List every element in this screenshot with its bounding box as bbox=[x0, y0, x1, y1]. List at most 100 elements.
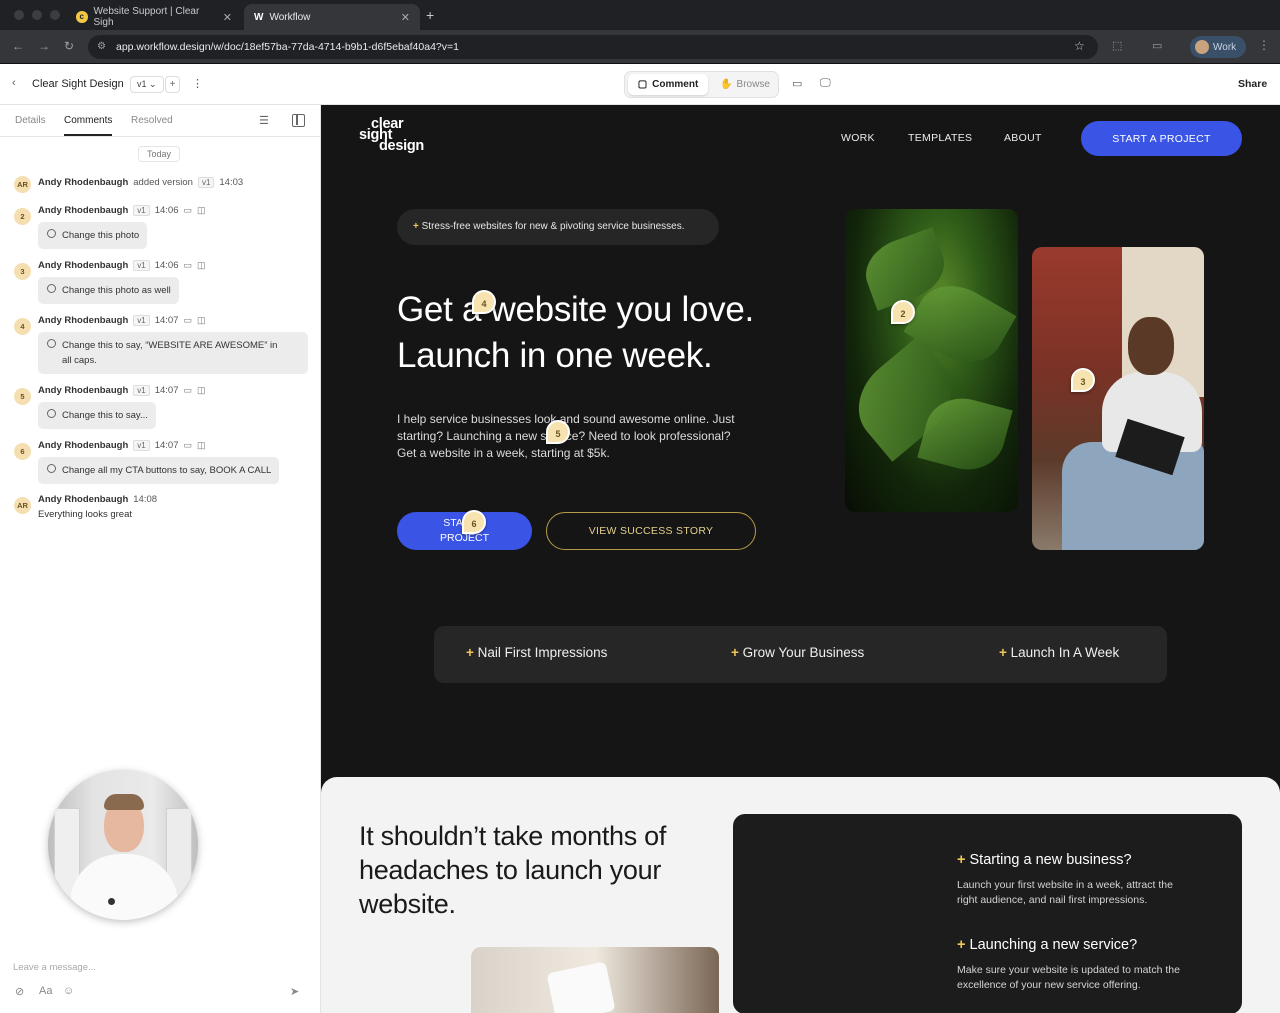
screen-icon: ▭ bbox=[183, 385, 192, 395]
browser-tab-workflow[interactable]: W Workflow ✕ bbox=[244, 4, 420, 30]
feature-item: + Launch In A Week bbox=[999, 645, 1120, 660]
clearsight-favicon-icon: c bbox=[76, 11, 88, 23]
tab-resolved[interactable]: Resolved bbox=[131, 115, 173, 126]
url-field[interactable]: ⚙ app.workflow.design/w/doc/18ef57ba-77d… bbox=[88, 35, 1098, 59]
view-success-story-button[interactable]: VIEW SUCCESS STORY bbox=[546, 512, 756, 550]
collapse-panel-icon[interactable] bbox=[292, 114, 305, 127]
more-options-icon[interactable]: ⋮ bbox=[192, 77, 203, 90]
comment-text: Change this to say, “WEBSITE ARE AWESOME… bbox=[62, 340, 278, 351]
comment-bubble[interactable]: Change this to say... bbox=[38, 402, 156, 429]
feature-item: + Nail First Impressions bbox=[466, 645, 608, 660]
new-tab-icon[interactable]: + bbox=[426, 7, 434, 23]
comment-icon bbox=[47, 464, 56, 473]
nav-link-work[interactable]: WORK bbox=[841, 132, 875, 144]
hero-headline: Get a website you love. Launch in one we… bbox=[397, 287, 837, 379]
use-case-description: Make sure your website is updated to mat… bbox=[957, 963, 1207, 993]
comment-pin[interactable]: 2 bbox=[891, 300, 915, 324]
camera-icon: ◫ bbox=[197, 260, 206, 270]
comment-bubble[interactable]: Change this to say, “WEBSITE ARE AWESOME… bbox=[38, 332, 308, 374]
bookmark-star-icon[interactable]: ☆ bbox=[1074, 39, 1085, 53]
browser-tab-website-support[interactable]: c Website Support | Clear Sigh ✕ bbox=[66, 4, 242, 30]
back-chevron-icon[interactable]: ‹ bbox=[12, 77, 16, 89]
use-case-description: Launch your first website in a week, att… bbox=[957, 878, 1207, 908]
comment-pin-number: 2 bbox=[14, 208, 31, 225]
version-badge: v1 bbox=[133, 385, 150, 396]
monitor-icon[interactable]: 🖵 bbox=[820, 77, 831, 90]
comment-icon: ▢ bbox=[637, 79, 648, 90]
webcam-video-bubble[interactable] bbox=[48, 770, 198, 920]
version-badge: v1 bbox=[133, 315, 150, 326]
browse-mode-label: Browse bbox=[736, 79, 770, 90]
back-arrow-icon[interactable]: ← bbox=[12, 39, 24, 53]
site-settings-icon[interactable]: ⚙ bbox=[97, 35, 106, 59]
send-icon[interactable]: ➤ bbox=[290, 985, 299, 998]
window-controls[interactable] bbox=[14, 10, 60, 20]
comment-bubble[interactable]: Change all my CTA buttons to say, BOOK A… bbox=[38, 457, 280, 484]
body-line: I help service businesses look and sound… bbox=[397, 412, 735, 426]
browse-mode-button[interactable]: ✋ Browse bbox=[713, 74, 777, 95]
project-name[interactable]: Clear Sight Design bbox=[32, 78, 124, 90]
side-panel-icon[interactable]: ▭ bbox=[1152, 39, 1162, 52]
date-divider: Today bbox=[138, 146, 181, 162]
comment-pin[interactable]: 3 bbox=[1071, 368, 1095, 392]
mode-switch: ▢ Comment ✋ Browse bbox=[624, 71, 779, 98]
comment-mode-button[interactable]: ▢ Comment bbox=[628, 74, 708, 95]
site-logo[interactable]: clear sight design bbox=[359, 117, 424, 154]
nav-link-about[interactable]: ABOUT bbox=[1004, 132, 1042, 144]
comment-pin-number: 3 bbox=[14, 263, 31, 280]
use-cases-card: + Starting a new business? Launch your f… bbox=[733, 814, 1242, 1013]
sidebar-tabs: Details Comments Resolved ☰ bbox=[0, 105, 320, 137]
comment-pin[interactable]: 6 bbox=[462, 510, 486, 534]
comment-icon bbox=[47, 229, 56, 238]
comment-pin[interactable]: 4 bbox=[472, 290, 496, 314]
tab-title: Workflow bbox=[269, 11, 311, 23]
extensions-icon[interactable]: ⬚ bbox=[1112, 39, 1122, 52]
text-format-icon[interactable]: Aa bbox=[39, 985, 52, 997]
comments-sidebar: Details Comments Resolved ☰ Today AR And… bbox=[0, 105, 321, 1013]
headline-line: Launch in one week. bbox=[397, 336, 713, 375]
screen-icon: ▭ bbox=[183, 440, 192, 450]
filter-icon[interactable]: ☰ bbox=[259, 114, 269, 127]
share-button[interactable]: Share bbox=[1238, 78, 1267, 90]
tab-details[interactable]: Details bbox=[15, 115, 46, 126]
start-project-nav-button[interactable]: START A PROJECT bbox=[1081, 121, 1242, 156]
close-tab-icon[interactable]: ✕ bbox=[223, 11, 232, 24]
tagline-text: Stress-free websites for new & pivoting … bbox=[421, 221, 685, 232]
video-camera-icon[interactable]: ▭ bbox=[792, 77, 802, 90]
add-version-button[interactable]: + bbox=[165, 76, 180, 93]
comment-bubble[interactable]: Change this photo as well bbox=[38, 277, 179, 304]
forward-arrow-icon[interactable]: → bbox=[38, 39, 50, 53]
close-tab-icon[interactable]: ✕ bbox=[401, 11, 410, 24]
camera-icon: ◫ bbox=[197, 315, 206, 325]
author-name: Andy Rhodenbaugh bbox=[38, 385, 129, 396]
comment-text: Everything looks great bbox=[38, 509, 132, 520]
comment-text: Change this photo bbox=[62, 230, 140, 241]
profile-button[interactable]: Work bbox=[1190, 36, 1246, 58]
reload-icon[interactable]: ↻ bbox=[64, 39, 74, 53]
feature-item: + Grow Your Business bbox=[731, 645, 865, 660]
version-dropdown[interactable]: v1 ⌄ bbox=[130, 76, 164, 93]
browser-menu-icon[interactable]: ⋮ bbox=[1258, 38, 1270, 52]
section-heading: It shouldn’t take months of headaches to… bbox=[359, 821, 667, 919]
comment-pin[interactable]: 5 bbox=[546, 420, 570, 444]
comment-bubble[interactable]: Change this photo bbox=[38, 222, 148, 249]
workflow-favicon-icon: W bbox=[254, 11, 264, 23]
comment-pin-number: 4 bbox=[14, 318, 31, 335]
action-text: added version bbox=[133, 177, 193, 188]
version-label: v1 bbox=[137, 79, 147, 89]
desk-photo bbox=[471, 947, 719, 1013]
tagline-pill: + Stress-free websites for new & pivotin… bbox=[397, 209, 719, 245]
man-reading-photo bbox=[1032, 247, 1204, 550]
message-input[interactable]: Leave a message... bbox=[13, 962, 96, 973]
description-line: right audience, and nail first impressio… bbox=[957, 894, 1148, 906]
comment-mode-label: Comment bbox=[652, 79, 699, 90]
attachment-icon[interactable]: ⊘ bbox=[15, 985, 24, 998]
nav-link-templates[interactable]: TEMPLATES bbox=[908, 132, 972, 144]
author-name: Andy Rhodenbaugh bbox=[38, 205, 129, 216]
plant-photo bbox=[845, 209, 1018, 512]
hand-icon: ✋ bbox=[720, 79, 733, 90]
design-canvas[interactable]: clear sight design WORK TEMPLATES ABOUT … bbox=[321, 105, 1280, 1013]
camera-icon: ◫ bbox=[197, 205, 206, 215]
tab-comments[interactable]: Comments bbox=[64, 115, 113, 136]
emoji-icon[interactable]: ☺ bbox=[63, 985, 74, 997]
